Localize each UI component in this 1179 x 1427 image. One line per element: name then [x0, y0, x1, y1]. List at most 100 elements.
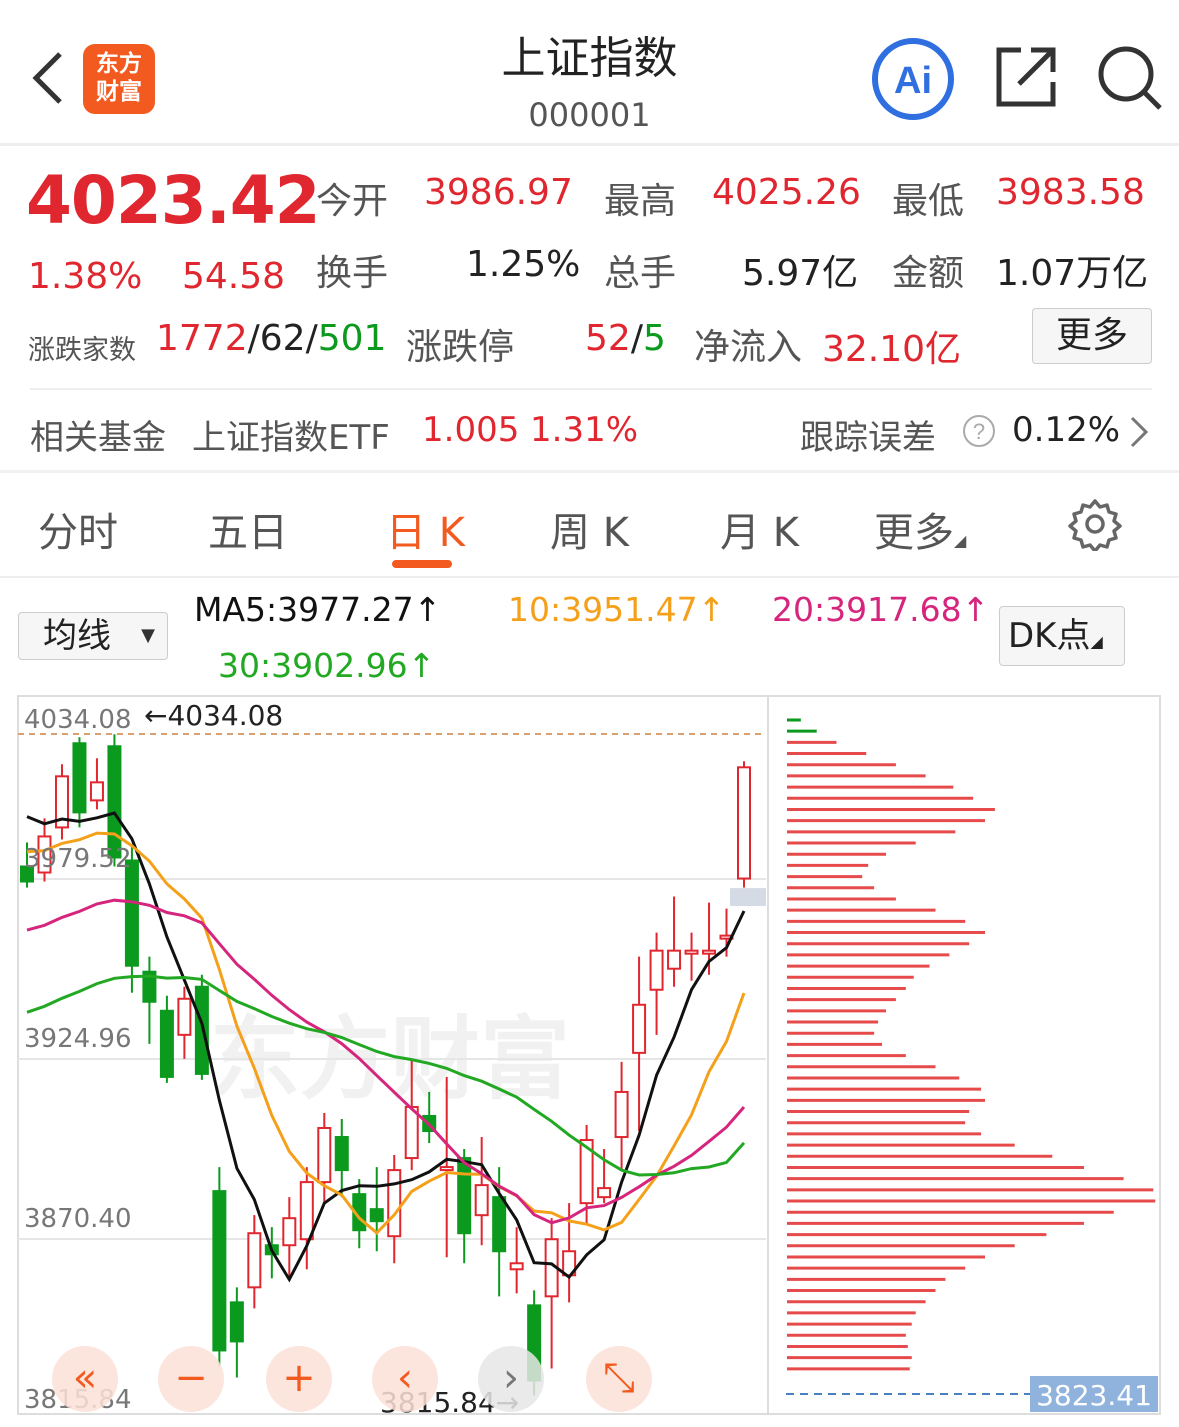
candle-body — [212, 1190, 227, 1352]
search-icon[interactable] — [1096, 44, 1164, 112]
gear-icon[interactable] — [1068, 497, 1122, 551]
candle-body — [124, 859, 139, 967]
candle-body — [177, 997, 192, 1036]
limit-values: 52/5 — [585, 318, 666, 359]
candle-body — [229, 1301, 244, 1343]
candle-body — [247, 1232, 262, 1289]
dropdown-corner-icon: ◢ — [954, 531, 967, 550]
chevron-right-icon[interactable] — [1128, 414, 1150, 450]
change-value: 54.58 — [182, 256, 286, 297]
candle-body — [89, 781, 104, 802]
netflow-value: 32.10亿 — [822, 329, 962, 370]
crosshair-marker — [730, 888, 766, 907]
max-price-label: ←4034.08 — [144, 699, 283, 732]
amount-label: 金额 — [892, 253, 965, 294]
scroll-right-button[interactable]: › — [478, 1346, 544, 1412]
indicator-select-label: 均线 — [43, 616, 111, 656]
share-icon[interactable] — [993, 44, 1059, 110]
indicator-select[interactable]: 均线 ▼ — [18, 612, 168, 660]
ma5-value: MA5:3977.27↑ — [194, 590, 442, 629]
dk-point-button[interactable]: DK点◢ — [999, 606, 1125, 666]
fund-name[interactable]: 上证指数ETF — [192, 410, 390, 459]
scroll-left-fast-button[interactable]: « — [52, 1346, 118, 1412]
ma20-value: 20:3917.68↑ — [772, 590, 990, 629]
fund-label: 相关基金 — [30, 418, 166, 458]
candle-body — [492, 1196, 507, 1253]
candle-body — [474, 1184, 489, 1217]
candle-body — [299, 1181, 314, 1241]
kline-chart[interactable]: 东方财富 4034.08 3979.52 3924.96 3870.40 381… — [0, 690, 1179, 1427]
tab-monthly-k[interactable]: 月 K — [720, 500, 799, 558]
chart-border — [17, 695, 1161, 1415]
active-tab-indicator — [392, 560, 452, 568]
turnover-value: 1.25% — [466, 244, 581, 285]
breadth-values: 1772/62/501 — [156, 318, 386, 359]
amount-value: 1.07万亿 — [996, 253, 1149, 294]
ai-assistant-icon[interactable]: Ai — [870, 36, 956, 122]
divider — [0, 470, 1179, 473]
y-tick-label: 4034.08 — [24, 705, 132, 735]
dk-point-label: DK点 — [1008, 616, 1091, 656]
candle-body — [737, 766, 751, 880]
high-label: 最高 — [604, 181, 677, 222]
chart-frame — [17, 695, 1161, 1415]
divider — [0, 576, 1179, 578]
more-quote-button[interactable]: 更多 — [1032, 308, 1152, 364]
candle-body — [684, 949, 699, 955]
ma10-value: 10:3951.47↑ — [508, 590, 726, 629]
candle-body — [159, 1009, 174, 1078]
breadth-slash-2: / — [305, 318, 318, 359]
volume-profile — [787, 718, 1156, 1371]
zoom-out-button[interactable]: − — [158, 1346, 224, 1412]
breadth-label: 涨跌家数 — [28, 335, 136, 366]
volume-value: 5.97亿 — [742, 253, 859, 294]
top-bar: 东方 财富 上证指数 000001 Ai — [0, 0, 1179, 146]
ai-label: Ai — [894, 60, 932, 102]
candle-body — [369, 1208, 384, 1223]
svg-text:?: ? — [973, 419, 985, 444]
low-label: 最低 — [892, 181, 965, 222]
last-price: 4023.42 — [26, 162, 321, 239]
tab-five-day[interactable]: 五日 — [208, 500, 288, 558]
tracking-error-value: 0.12% — [1012, 410, 1121, 450]
candle-body — [509, 1262, 524, 1271]
breadth-flat: 62 — [259, 318, 306, 359]
tab-daily-k[interactable]: 日 K — [386, 500, 465, 558]
candle-body — [649, 949, 664, 991]
limit-up: 52 — [585, 318, 631, 359]
candle-body — [317, 1127, 332, 1184]
candle-body — [334, 1136, 349, 1172]
fullscreen-button[interactable]: ⤡ — [586, 1346, 652, 1412]
limit-down: 5 — [642, 318, 666, 359]
change-percent: 1.38% — [28, 256, 143, 297]
candle-body — [194, 985, 209, 1075]
candle-body — [282, 1217, 297, 1247]
open-value: 3986.97 — [424, 172, 573, 213]
zoom-in-button[interactable]: + — [266, 1346, 332, 1412]
tab-more-label: 更多 — [874, 510, 954, 556]
triangle-down-icon: ▼ — [141, 625, 155, 646]
fund-price: 1.005 — [422, 410, 520, 450]
candle-body — [72, 742, 87, 814]
limit-label: 涨跌停 — [406, 327, 515, 368]
candle-body — [457, 1157, 472, 1235]
tracking-error-label: 跟踪误差 — [800, 418, 936, 458]
fund-change: 1.31% — [530, 410, 639, 450]
limit-slash: / — [630, 318, 643, 359]
tab-intraday[interactable]: 分时 — [38, 500, 118, 558]
help-icon[interactable]: ? — [962, 414, 996, 448]
volume-label: 总手 — [604, 253, 677, 294]
tab-more[interactable]: 更多◢ — [874, 500, 966, 558]
open-label: 今开 — [316, 181, 389, 222]
candle-body — [439, 1166, 454, 1172]
turnover-label: 换手 — [316, 253, 389, 294]
candle-body — [387, 1169, 402, 1238]
candle-body — [632, 1003, 647, 1054]
y-tick-label: 3924.96 — [24, 1024, 132, 1054]
scroll-left-button[interactable]: ‹ — [372, 1346, 438, 1412]
low-value: 3983.58 — [996, 172, 1145, 213]
candle-body — [597, 1187, 612, 1199]
tab-weekly-k[interactable]: 周 K — [550, 500, 629, 558]
candle-body — [702, 949, 717, 955]
breadth-down: 501 — [317, 318, 387, 359]
